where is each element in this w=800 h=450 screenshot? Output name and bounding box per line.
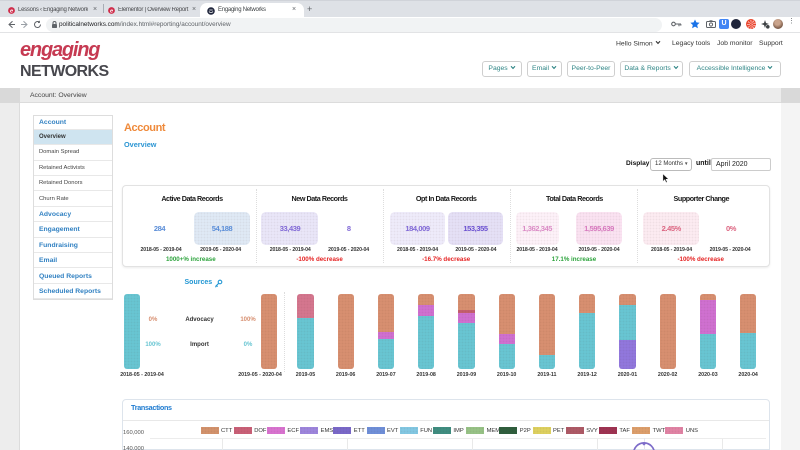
svg-text:e: e	[10, 9, 13, 14]
svg-text:e: e	[110, 9, 113, 14]
